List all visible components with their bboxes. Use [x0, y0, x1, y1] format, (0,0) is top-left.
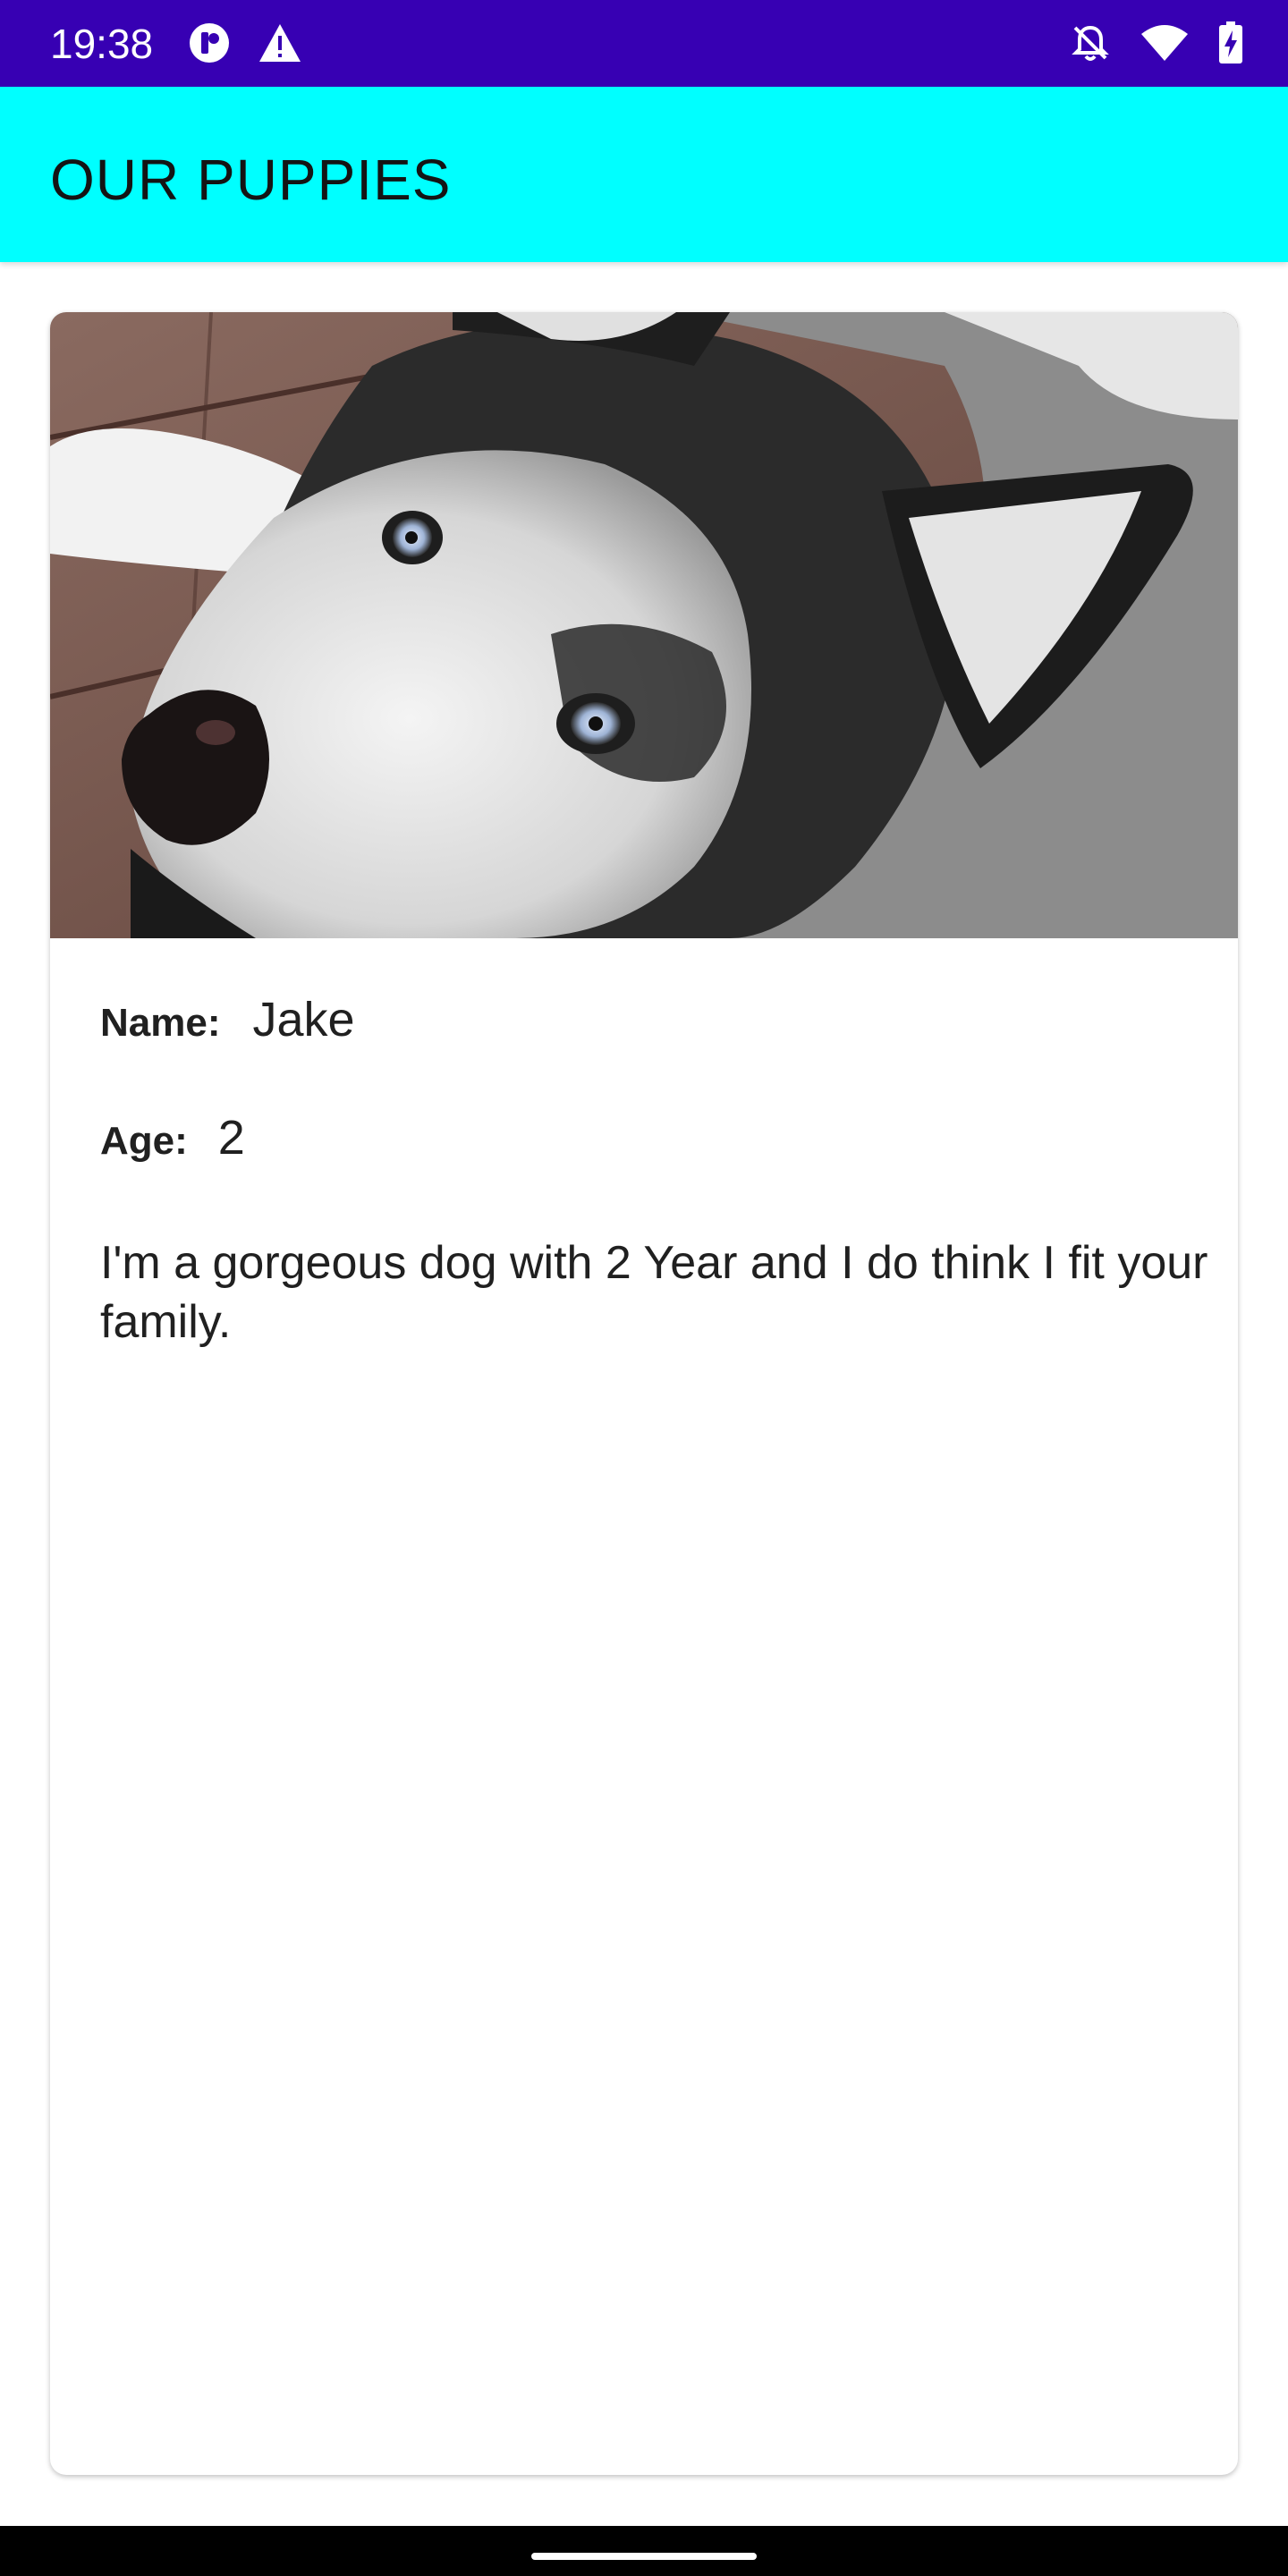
battery-charging-icon	[1218, 21, 1243, 69]
age-label: Age:	[100, 1119, 188, 1163]
puppy-card[interactable]: Name: Jake Age: 2 I'm a gorgeous dog wit…	[50, 312, 1238, 2475]
navigation-bar	[0, 2526, 1288, 2576]
name-label: Name:	[100, 1001, 221, 1045]
puppy-name: Jake	[252, 993, 355, 1046]
app-notification-icon	[188, 21, 231, 69]
puppy-description: I'm a gorgeous dog with 2 Year and I do …	[100, 1237, 1208, 1348]
warning-icon	[258, 22, 302, 68]
husky-photo	[50, 312, 1238, 938]
status-time: 19:38	[50, 21, 154, 67]
status-right-icons	[1070, 21, 1243, 69]
status-left-icons	[188, 21, 302, 69]
status-bar: 19:38	[0, 0, 1288, 87]
notifications-off-icon	[1070, 22, 1111, 68]
home-handle[interactable]	[531, 2553, 757, 2560]
page-title: OUR PUPPIES	[50, 148, 452, 212]
name-row: Name: Jake	[100, 992, 355, 1047]
puppy-age: 2	[217, 1111, 245, 1165]
wifi-icon	[1140, 23, 1190, 67]
app-bar: OUR PUPPIES	[0, 87, 1288, 262]
age-row: Age: 2	[100, 1110, 245, 1165]
